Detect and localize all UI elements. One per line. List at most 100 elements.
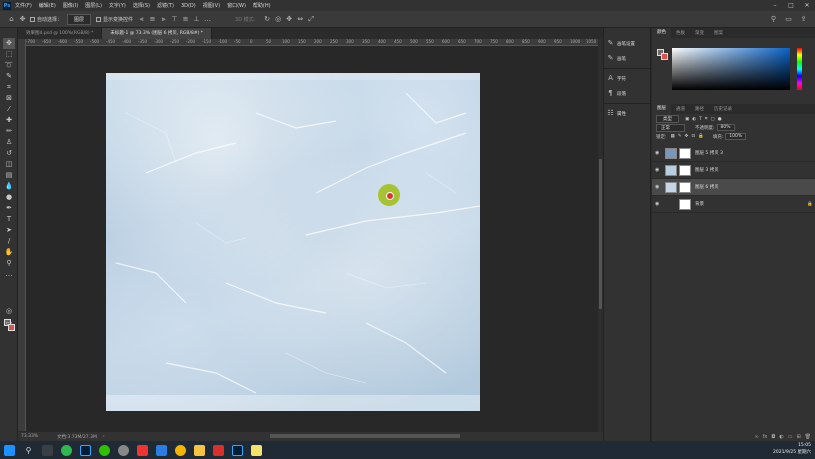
layer-mask-thumbnail[interactable] — [679, 147, 691, 159]
workspace-icon[interactable]: ▭ — [785, 15, 792, 23]
document-canvas[interactable] — [106, 73, 480, 411]
layer-filter-dropdown[interactable]: 类型 — [656, 114, 679, 123]
menu-file[interactable]: 文件(F) — [15, 2, 32, 9]
photoshop-logo-icon[interactable]: Ps — [3, 1, 11, 10]
dock-properties[interactable]: ☷ 属性 — [604, 106, 650, 121]
color-panel-background[interactable] — [661, 53, 668, 60]
eraser-tool-icon[interactable]: ◫ — [3, 159, 15, 170]
tab-gradients[interactable]: 渐变 — [690, 30, 709, 36]
eyedropper-tool-icon[interactable]: ⁄ — [3, 104, 15, 115]
more-options-icon[interactable]: … — [204, 15, 211, 23]
opacity-input[interactable]: 80% — [716, 124, 735, 131]
lasso-tool-icon[interactable]: ➰ — [3, 60, 15, 71]
folder-icon[interactable] — [194, 444, 205, 456]
history-brush-icon[interactable]: ↺ — [3, 148, 15, 159]
brush-tool-icon[interactable]: ✏ — [3, 126, 15, 137]
horizontal-scrollbar[interactable] — [270, 434, 460, 438]
dock-paragraph[interactable]: ¶ 段落 — [604, 86, 650, 101]
new-layer-icon[interactable]: ⊞ — [796, 434, 800, 440]
menu-image[interactable]: 图像(I) — [63, 2, 78, 9]
menu-help[interactable]: 帮助(H) — [253, 2, 271, 9]
visibility-eye-icon[interactable]: ◉ — [655, 184, 661, 190]
more-tools-icon[interactable]: … — [3, 269, 15, 280]
fill-input[interactable]: 100% — [725, 133, 747, 140]
auto-select-dropdown[interactable]: 图层 — [67, 13, 92, 25]
auto-select-checkbox[interactable]: 自动选择： — [30, 16, 62, 23]
adjustment-icon[interactable]: ◐ — [779, 434, 783, 440]
notes-icon[interactable] — [251, 444, 262, 456]
3d-pan-icon[interactable]: ✥ — [286, 15, 293, 23]
wps-icon[interactable] — [213, 444, 224, 456]
line-tool-icon[interactable]: / — [3, 236, 15, 247]
search-icon[interactable]: ⚲ — [770, 15, 777, 23]
align-center-icon[interactable]: ≡ — [149, 15, 156, 23]
path-select-tool-icon[interactable]: ➤ — [3, 225, 15, 236]
3d-roll-icon[interactable]: ◎ — [275, 15, 282, 23]
tab-history[interactable]: 历史记录 — [709, 106, 737, 112]
dodge-tool-icon[interactable]: ● — [3, 192, 15, 203]
dock-brush-settings[interactable]: ✎ 画笔设置 — [604, 36, 650, 51]
home-icon[interactable]: ⌂ — [8, 15, 15, 23]
layer-mask-thumbnail[interactable] — [679, 181, 691, 193]
visibility-eye-icon[interactable]: ◉ — [655, 167, 661, 173]
frame-tool-icon[interactable]: ⊠ — [3, 93, 15, 104]
app-icon[interactable] — [118, 444, 129, 456]
tab-document-2[interactable]: 未标题-1 @ 73.3% (图层 6 拷贝, RGB/8#) * — [102, 28, 213, 39]
zoom-level[interactable]: 73.33% — [21, 434, 51, 439]
visibility-eye-icon[interactable]: ◉ — [655, 201, 661, 207]
link-icon[interactable]: ∞ — [754, 434, 758, 440]
menu-3d[interactable]: 3D(D) — [181, 3, 196, 9]
start-icon[interactable] — [4, 444, 15, 456]
hue-slider[interactable] — [797, 48, 802, 90]
photoshop-active-icon[interactable] — [232, 444, 243, 456]
app-icon[interactable] — [156, 444, 167, 456]
task-view-icon[interactable] — [42, 444, 53, 456]
blend-mode-dropdown[interactable]: 正常 — [656, 123, 685, 132]
type-tool-icon[interactable]: T — [3, 214, 15, 225]
layer-row[interactable]: ◉ 图层 5 拷贝 3 — [652, 145, 815, 162]
align-middle-icon[interactable]: ≡ — [182, 15, 189, 23]
tab-document-1[interactable]: 效果图4.psd @ 100%(RGB/8) * — [18, 28, 103, 39]
tab-paths[interactable]: 路径 — [690, 106, 709, 112]
menu-layer[interactable]: 图层(L) — [85, 2, 102, 9]
healing-brush-icon[interactable]: ✚ — [3, 115, 15, 126]
trash-icon[interactable]: 🗑 — [805, 434, 811, 440]
canvas-area[interactable] — [26, 46, 598, 432]
layer-row[interactable]: ◉ 图层 3 拷贝 — [652, 162, 815, 179]
layer-row[interactable]: ◉ 背景 🔒 — [652, 196, 815, 213]
blur-tool-icon[interactable]: 💧 — [3, 181, 15, 192]
move-tool-icon[interactable]: ✥ — [3, 38, 15, 49]
menu-type[interactable]: 文字(Y) — [109, 2, 126, 9]
pen-tool-icon[interactable]: ✒ — [3, 203, 15, 214]
mask-icon[interactable]: ◘ — [771, 434, 775, 440]
menu-window[interactable]: 窗口(W) — [227, 2, 246, 9]
quick-select-tool-icon[interactable]: ✎ — [3, 71, 15, 82]
3d-slide-icon[interactable]: ⇔ — [297, 15, 304, 23]
show-transform-checkbox[interactable]: 显示变换控件 — [96, 16, 133, 23]
3d-scale-icon[interactable]: ⤢ — [308, 15, 315, 23]
tab-layers[interactable]: 图层 — [652, 104, 671, 114]
gradient-tool-icon[interactable]: ▤ — [3, 170, 15, 181]
hand-tool-icon[interactable]: ✋ — [3, 247, 15, 258]
align-top-icon[interactable]: ⊤ — [171, 15, 178, 23]
maximize-icon[interactable]: □ — [786, 1, 796, 10]
close-icon[interactable]: ✕ — [802, 1, 812, 10]
menu-view[interactable]: 视图(V) — [203, 2, 220, 9]
tab-color[interactable]: 颜色 — [652, 28, 671, 38]
dock-brushes[interactable]: ✎ 画笔 — [604, 51, 650, 66]
screen-mode-icon[interactable]: ▭ — [3, 318, 15, 329]
color-picker-field[interactable] — [672, 48, 790, 90]
chrome-icon[interactable] — [175, 444, 186, 456]
status-arrow-icon[interactable]: › — [103, 434, 105, 439]
move-tool-icon[interactable]: ✥ — [19, 15, 26, 23]
tab-swatches[interactable]: 色板 — [671, 30, 690, 36]
clock[interactable]: 15:05 2021/9/25 星期六 — [773, 442, 811, 456]
photoshop-icon[interactable] — [80, 444, 91, 456]
wechat-icon[interactable] — [99, 444, 110, 456]
align-right-icon[interactable]: ⫸ — [160, 15, 167, 23]
tab-patterns[interactable]: 图案 — [709, 30, 728, 36]
minimize-icon[interactable]: – — [770, 1, 780, 10]
align-bottom-icon[interactable]: ⊥ — [193, 15, 200, 23]
fx-icon[interactable]: fx — [763, 434, 768, 440]
app-icon[interactable] — [137, 444, 148, 456]
